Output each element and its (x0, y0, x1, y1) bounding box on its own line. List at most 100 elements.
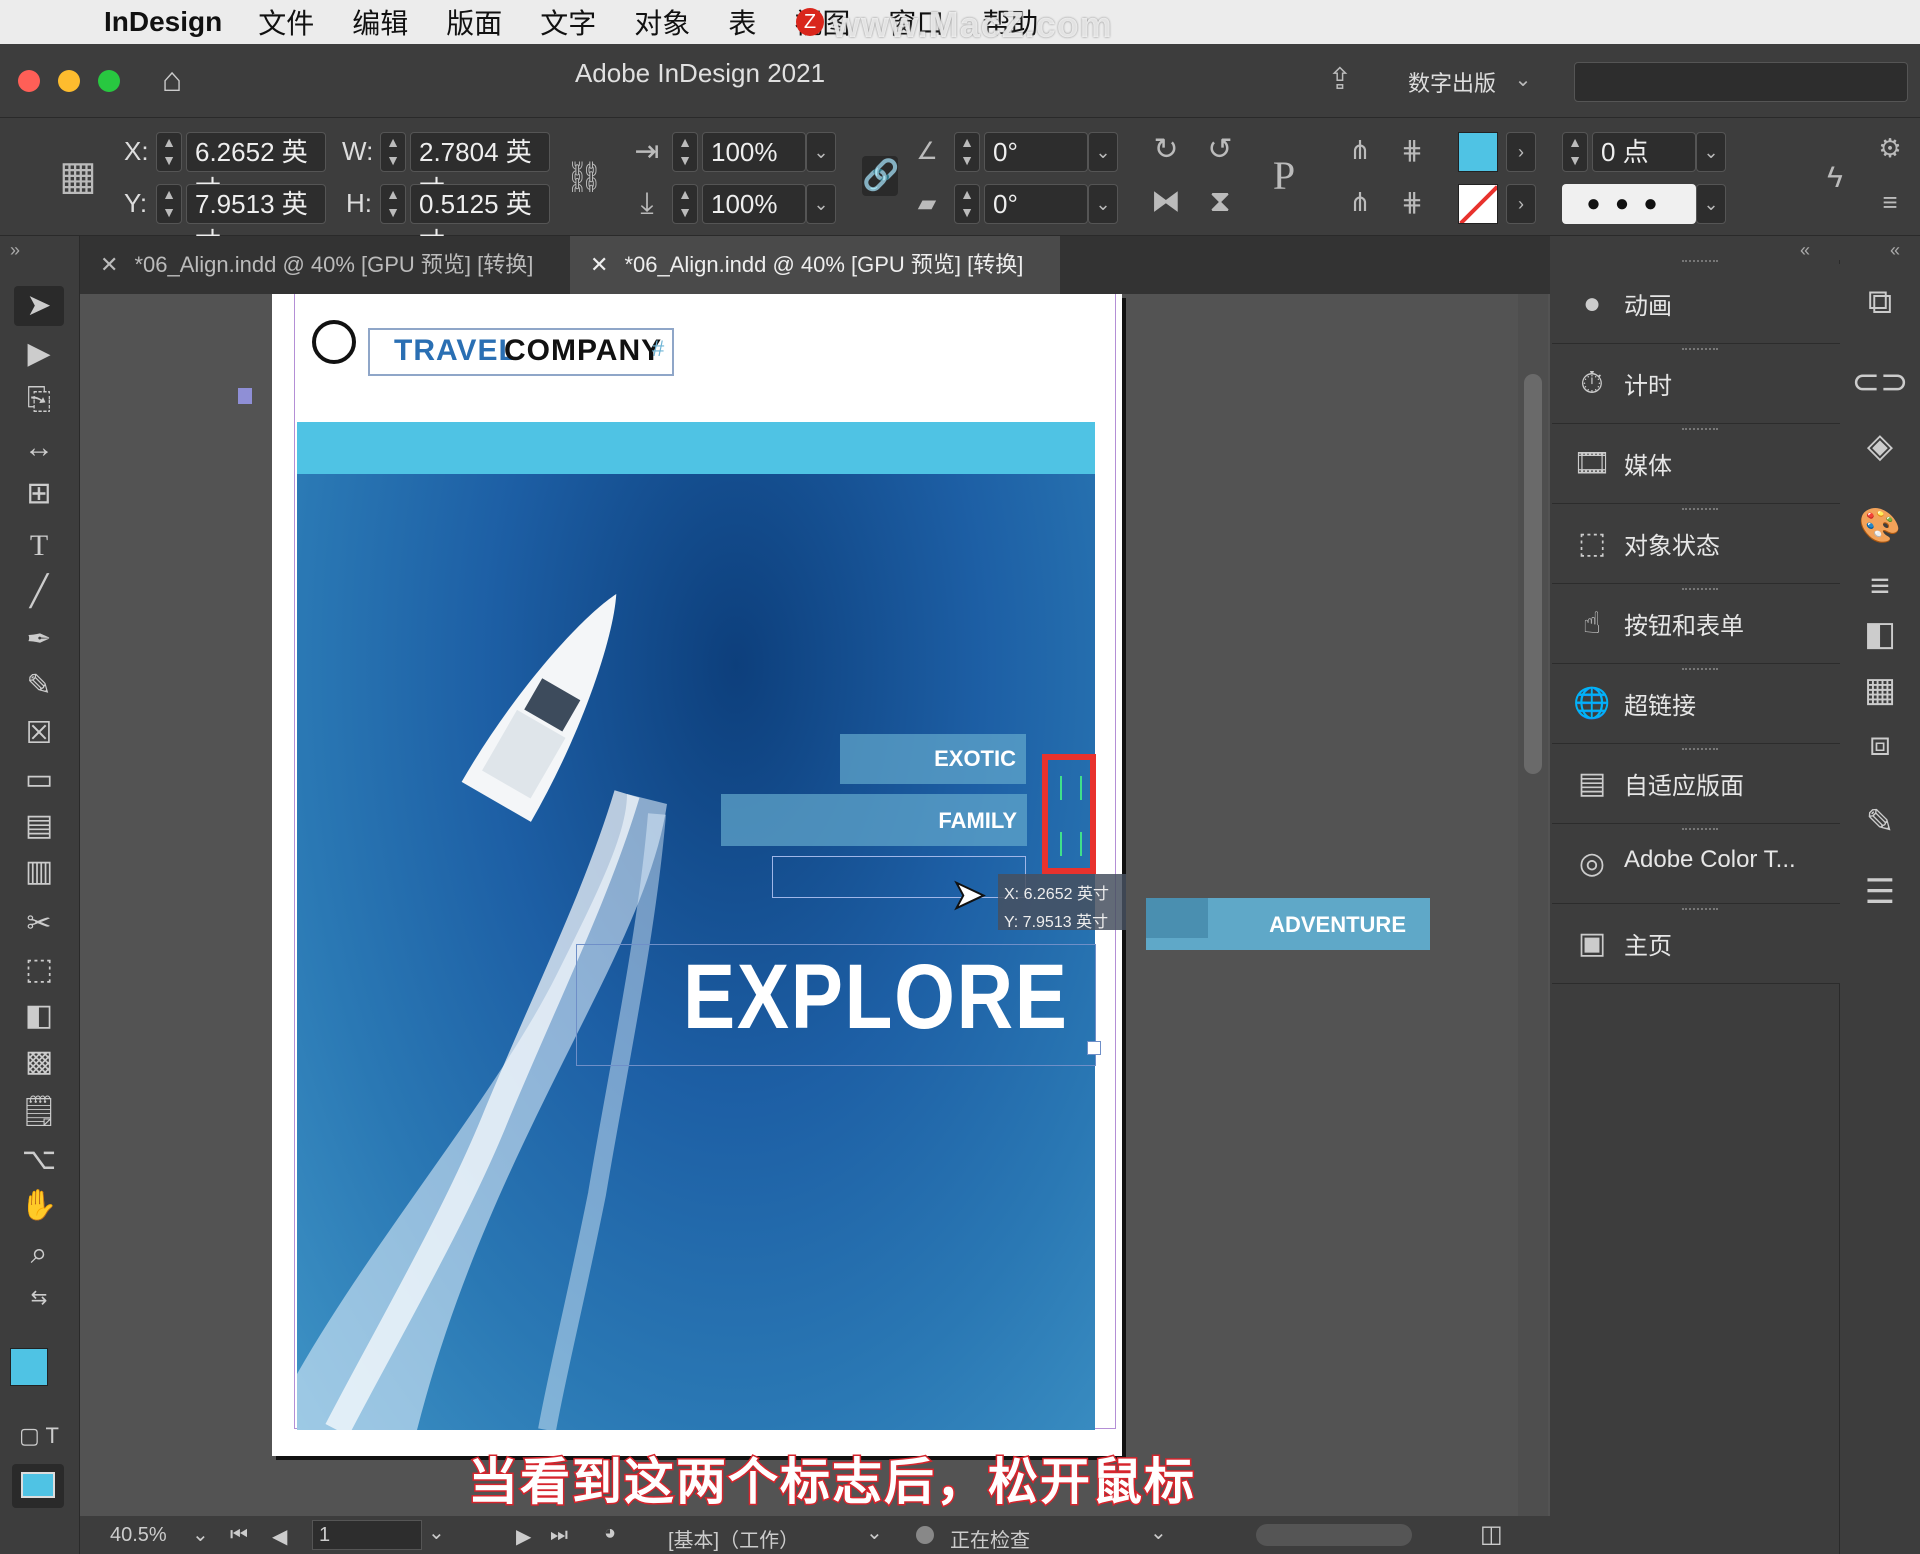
stroke-swatch[interactable] (1458, 184, 1498, 224)
logo-frame[interactable]: TRAVEL COMPANY # (368, 328, 674, 376)
explore-frame[interactable]: EXPLORE (576, 944, 1101, 1066)
collapse-icons-icon[interactable]: « (1890, 240, 1900, 261)
h-stepper[interactable]: ▲ ▼ (380, 184, 406, 224)
lightning-icon[interactable]: ϟ (1818, 158, 1852, 198)
content-collector-icon[interactable]: ⊞ (14, 474, 64, 514)
document-canvas[interactable]: TRAVEL COMPANY # EXOTIC FAMILY ➤ X: 6.26… (80, 294, 1550, 1516)
scale-y-field[interactable]: 100% (702, 184, 806, 224)
fill-color-box[interactable] (10, 1348, 48, 1386)
gradient-icon[interactable]: ◧ (1850, 604, 1910, 664)
shear-field[interactable]: 0° (984, 184, 1088, 224)
link-scale-icon[interactable]: 🔗 (862, 156, 899, 196)
stroke-weight-dropdown[interactable]: ⌄ (1696, 132, 1726, 172)
frame-handle[interactable] (238, 388, 252, 404)
reference-point-icon[interactable]: ▦ (50, 148, 106, 204)
type-tool-icon[interactable]: T (14, 526, 64, 566)
x-field[interactable]: 6.2652 英寸 (186, 132, 326, 205)
preflight-profile-icon[interactable]: ◕ (604, 1522, 616, 1545)
panel-liquid-layout[interactable]: ▤ 自适应版面 (1552, 744, 1840, 824)
prev-page-icon[interactable]: ◀ (272, 1524, 287, 1549)
panel-media[interactable]: 🎞 媒体 (1552, 424, 1840, 504)
swap-fill-stroke-icon[interactable]: ⇆ (14, 1278, 64, 1318)
scale-x-dropdown[interactable]: ⌄ (806, 132, 836, 172)
zoom-dropdown-icon[interactable]: ⌄ (192, 1522, 209, 1547)
rotate-field[interactable]: 0° (984, 132, 1088, 172)
color-icon[interactable]: ▦ (1850, 660, 1910, 720)
first-page-icon[interactable]: ⏮ (230, 1524, 248, 1547)
formatting-container-icon[interactable]: ▢ T (14, 1416, 64, 1456)
menu-type[interactable]: 文字 (540, 2, 596, 42)
select-next-icon[interactable]: ⋕ (1392, 182, 1432, 222)
select-container-icon[interactable]: ⋔ (1340, 130, 1380, 170)
w-field[interactable]: 2.7804 英寸 (410, 132, 550, 205)
pages-icon[interactable]: ⧉ (1850, 272, 1910, 332)
h-field[interactable]: 0.5125 英寸 (410, 184, 550, 257)
collapse-panels-icon[interactable]: « (1800, 240, 1810, 261)
direct-selection-tool-icon[interactable]: ▶ (14, 334, 64, 374)
select-content-icon[interactable]: ⋔ (1340, 182, 1380, 222)
x-stepper[interactable]: ▲ ▼ (156, 132, 182, 172)
links-icon[interactable]: ⊂⊃ (1850, 352, 1910, 412)
menu-layout[interactable]: 版面 (446, 2, 502, 42)
flip-horizontal-icon[interactable]: ⧓ (1146, 182, 1186, 222)
panel-animation[interactable]: ● 动画 (1552, 260, 1840, 344)
scale-y-stepper[interactable]: ▲ ▼ (672, 184, 698, 224)
stroke-arrow-icon[interactable]: › (1506, 184, 1536, 224)
line-tool-icon[interactable]: ╱ (14, 572, 64, 612)
properties-icon[interactable]: ☰ (1850, 862, 1910, 922)
zoom-tool-icon[interactable]: ⌕ (14, 1234, 64, 1274)
scale-y-dropdown[interactable]: ⌄ (806, 184, 836, 224)
selection-tool-icon[interactable]: ➤ (14, 286, 64, 326)
note-tool-icon[interactable]: 🗒 (14, 1092, 64, 1132)
view-mode-icon[interactable] (12, 1464, 64, 1508)
gear-icon[interactable]: ⚙ (1872, 128, 1908, 168)
panel-hyperlinks[interactable]: 🌐 超链接 (1552, 664, 1840, 744)
table-tool-icon[interactable]: ▤ (14, 806, 64, 846)
tab-document-1[interactable]: ✕ *06_Align.indd @ 40% [GPU 预览] [转换] (80, 236, 570, 294)
vertical-scrollbar[interactable] (1518, 294, 1548, 1516)
hand-tool-icon[interactable]: ✋ (14, 1186, 64, 1226)
next-page-icon[interactable]: ▶ (516, 1524, 531, 1549)
scale-x-field[interactable]: 100% (702, 132, 806, 172)
fill-swatch[interactable] (1458, 132, 1498, 172)
panel-buttons-forms[interactable]: ☝ 按钮和表单 (1552, 584, 1840, 664)
share-icon[interactable]: ⇪ (1318, 60, 1362, 100)
family-bar[interactable]: FAMILY (721, 794, 1027, 846)
gradient-feather-tool-icon[interactable]: ▩ (14, 1042, 64, 1082)
preset-dropdown-icon[interactable]: ⌄ (866, 1520, 883, 1545)
panel-adobe-color-themes[interactable]: ◎ Adobe Color T... (1552, 824, 1840, 904)
last-page-icon[interactable]: ⏭ (550, 1524, 568, 1547)
close-icon[interactable]: ✕ (590, 252, 608, 277)
rotate-clockwise-icon[interactable]: ↻ (1146, 130, 1186, 170)
menu-edit[interactable]: 编辑 (352, 2, 408, 42)
menu-object[interactable]: 对象 (634, 2, 690, 42)
menu-table[interactable]: 表 (728, 2, 756, 42)
pencil-tool-icon[interactable]: ✎ (14, 666, 64, 706)
gap-tool-icon[interactable]: ↔ (14, 428, 64, 468)
exotic-bar[interactable]: EXOTIC (840, 734, 1026, 784)
rectangle-frame-tool-icon[interactable]: ☒ (14, 714, 64, 754)
rotate-counterclockwise-icon[interactable]: ↺ (1200, 130, 1240, 170)
rectangle-tool-icon[interactable]: ▭ (14, 760, 64, 800)
page-tool-icon[interactable]: ⎘ (14, 380, 64, 420)
cc-libraries-icon[interactable]: ⧈ (1850, 714, 1910, 774)
collapse-tools-icon[interactable]: » (10, 240, 20, 261)
preflight-dropdown-icon[interactable]: ⌄ (1150, 1520, 1167, 1545)
constrain-proportions-icon[interactable]: ⛓ (564, 158, 604, 198)
panel-timing[interactable]: ⏱ 计时 (1552, 344, 1840, 424)
workspace-switcher[interactable]: 数字出版 (1408, 66, 1496, 98)
eyedropper-tool-icon[interactable]: ⌥ (14, 1140, 64, 1180)
panel-menu-icon[interactable]: ≡ (1872, 182, 1908, 222)
rotate-dropdown[interactable]: ⌄ (1088, 132, 1118, 172)
scale-x-stepper[interactable]: ▲ ▼ (672, 132, 698, 172)
free-transform-tool-icon[interactable]: ⬚ (14, 950, 64, 990)
panel-object-states[interactable]: ⬚ 对象状态 (1552, 504, 1840, 584)
shear-stepper[interactable]: ▲ ▼ (954, 184, 980, 224)
y-stepper[interactable]: ▲ ▼ (156, 184, 182, 224)
stroke-weight-field[interactable]: 0 点 (1592, 132, 1696, 172)
preflight-status[interactable]: 正在检查 (950, 1524, 1030, 1553)
stroke-type-dropdown[interactable]: ⌄ (1696, 184, 1726, 224)
stroke-weight-stepper[interactable]: ▲ ▼ (1562, 132, 1588, 172)
panel-parent-pages[interactable]: ▣ 主页 (1552, 904, 1840, 984)
y-field[interactable]: 7.9513 英寸 (186, 184, 326, 257)
